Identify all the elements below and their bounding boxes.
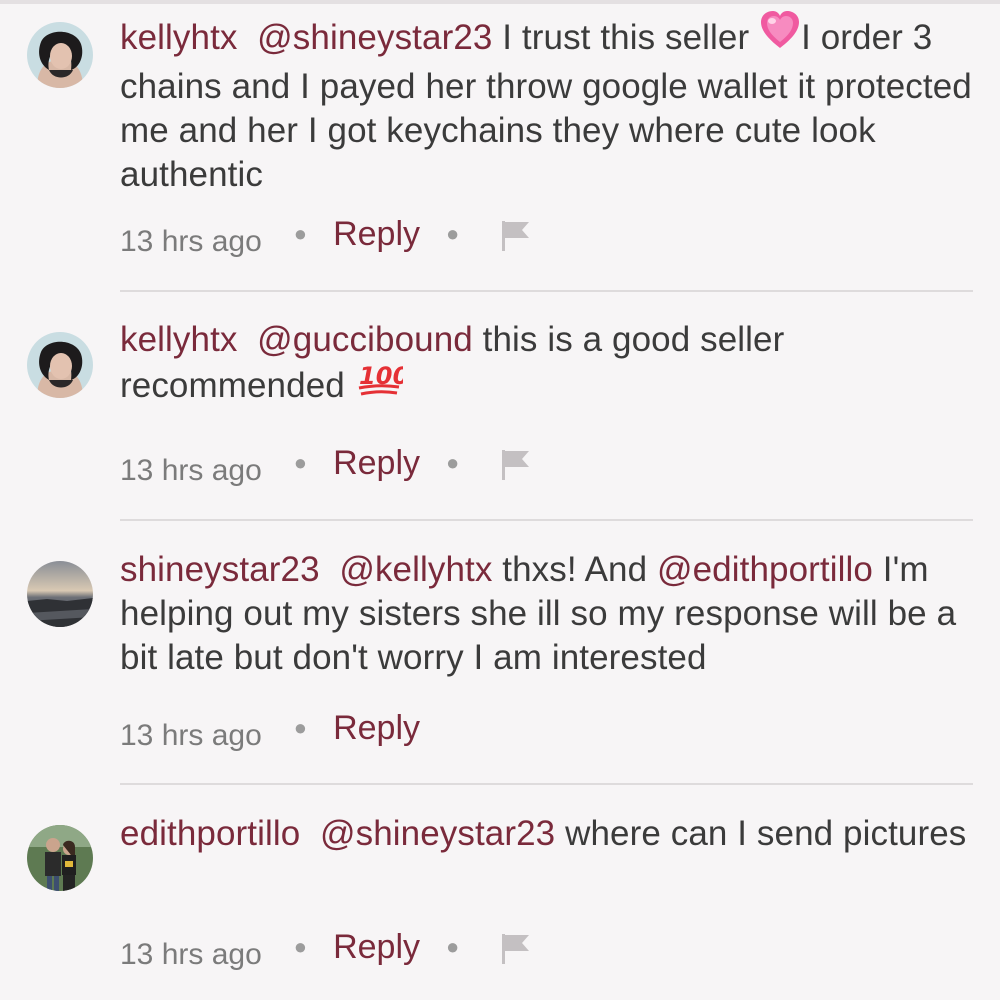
reply-button[interactable]: Reply <box>333 215 420 254</box>
flag-icon[interactable] <box>499 219 533 253</box>
separator-dot: ● <box>446 450 460 475</box>
comment-time: 13 hrs ago <box>120 225 262 258</box>
comment-time: 13 hrs ago <box>120 719 262 752</box>
comment-username[interactable]: edithportillo <box>120 814 300 853</box>
separator-dot: ● <box>293 934 308 959</box>
reply-button[interactable]: Reply <box>333 444 420 483</box>
comment-meta: 13 hrs ago ● Reply ● <box>120 215 533 262</box>
divider <box>120 783 973 785</box>
sparkling-heart-emoji <box>759 10 801 61</box>
comment-mention[interactable]: @shineystar23 <box>257 18 492 57</box>
comment-username[interactable]: kellyhtx <box>120 18 238 57</box>
comment-body: thxs! And <box>492 550 657 589</box>
comment-body: where can I send pictures <box>555 814 967 853</box>
avatar[interactable] <box>27 332 93 398</box>
comment-username[interactable]: kellyhtx <box>120 320 238 359</box>
comment-time: 13 hrs ago <box>120 454 262 487</box>
comment-time: 13 hrs ago <box>120 938 262 971</box>
comment-mention[interactable]: @kellyhtx <box>339 550 492 589</box>
divider <box>120 290 973 292</box>
flag-icon[interactable] <box>499 448 533 482</box>
comment-meta: 13 hrs ago ● Reply ● <box>120 444 533 491</box>
comment-mention[interactable]: @guccibound <box>257 320 473 359</box>
comment-mention[interactable]: @shineystar23 <box>320 814 555 853</box>
comment-username[interactable]: shineystar23 <box>120 550 320 589</box>
comment-text: kellyhtx @guccibound this is a good sell… <box>120 318 980 413</box>
avatar[interactable] <box>27 22 93 88</box>
flag-icon[interactable] <box>499 932 533 966</box>
separator-dot: ● <box>446 934 460 959</box>
reply-button[interactable]: Reply <box>333 928 420 967</box>
separator-dot: ● <box>293 221 308 246</box>
reply-button[interactable]: Reply <box>333 709 420 748</box>
comment-body: I trust this seller <box>492 17 760 57</box>
divider <box>120 519 973 521</box>
separator-dot: ● <box>293 715 308 740</box>
comment-mention[interactable]: @edithportillo <box>657 550 873 589</box>
separator-dot: ● <box>446 221 460 246</box>
comment-text: kellyhtx @shineystar23 I trust this sell… <box>120 11 980 197</box>
comment-text: edithportillo @shineystar23 where can I … <box>120 812 980 856</box>
comment-meta: 13 hrs ago ● Reply <box>120 709 420 756</box>
separator-dot: ● <box>293 450 308 475</box>
avatar[interactable] <box>27 825 93 891</box>
top-border <box>0 0 1000 4</box>
avatar[interactable] <box>27 561 93 627</box>
comment-text: shineystar23 @kellyhtx thxs! And @edithp… <box>120 548 980 680</box>
hundred-points-emoji: 100 <box>355 358 409 409</box>
comment-meta: 13 hrs ago ● Reply ● <box>120 928 533 975</box>
